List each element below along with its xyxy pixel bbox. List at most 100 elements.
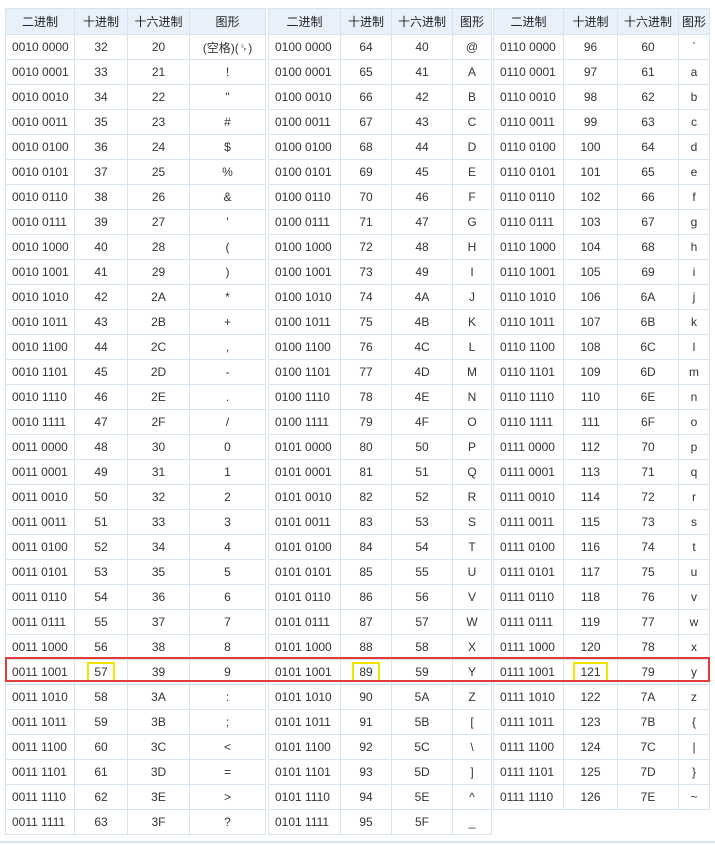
hex-cell: 6D [617,359,679,385]
hex-cell: 6A [617,284,679,310]
binary-cell: 0100 0101 [268,159,341,185]
hex-cell: 32 [127,484,190,510]
hex-cell: 4A [391,284,453,310]
glyph-cell: z [678,684,710,710]
glyph-cell: P [452,434,492,460]
glyph-cell: A [452,59,492,85]
glyph-cell: . [189,384,266,410]
glyph-cell: + [189,309,266,335]
table-row: 0100 1011 75 4B K [268,309,492,335]
table-row: 0011 1111 63 3F? [5,809,266,835]
table-row: 0010 0110 38 26 & [5,184,266,210]
binary-cell: 0101 0011 [268,509,341,535]
binary-cell: 0010 1011 [5,309,75,335]
glyph-cell: J [452,284,492,310]
hex-cell: 61 [617,59,679,85]
binary-cell: 0111 0000 [493,434,564,460]
hex-cell: 5E [391,784,453,810]
table-row: 0100 1101 77 4D M [268,359,492,385]
glyph-cell: } [678,759,710,785]
binary-cell: 0100 1000 [268,234,341,260]
binary-cell: 0111 0101 [493,559,564,585]
table-row: 0101 1111 95 5F _ [268,809,492,835]
glyph-cell: 4 [189,534,266,560]
table-row: 0111 0011 115 73 s [493,509,710,535]
binary-cell: 0101 1101 [268,759,341,785]
decimal-cell: 49 [74,459,128,485]
decimal-cell: 66 [340,84,392,110]
binary-cell: 0011 1011 [5,709,75,735]
hex-cell: 30 [127,434,190,460]
table-row: 0111 1110 126 7E ~ [493,784,710,810]
col-hex-header: 十六进制 [127,8,190,35]
binary-cell: 0101 1100 [268,734,341,760]
binary-cell: 0011 0110 [5,584,75,610]
decimal-cell: 42 [74,284,128,310]
decimal-cell: 88 [340,634,392,660]
highlighted-decimal: 121 [573,662,608,682]
table-row: 0110 0110 102 66 f [493,184,710,210]
hex-cell: 2C [127,334,190,360]
hex-cell: 3C [127,734,190,760]
hex-cell: 36 [127,584,190,610]
glyph-cell: 7 [189,609,266,635]
hex-cell: 2A [127,284,190,310]
decimal-cell: 117 [563,559,618,585]
table-row: 0011 0000 48 30 0 [5,434,266,460]
highlighted-decimal: 89 [352,662,380,682]
glyph-cell: > [189,784,266,810]
decimal-cell: 37 [74,159,128,185]
decimal-cell: 75 [340,309,392,335]
decimal-cell: 124 [563,734,618,760]
glyph-cell: h [678,234,710,260]
table-row: 0101 0111 87 57 W [268,609,492,635]
header-row: 二进制 十进制 十六进制 图形 [493,8,710,35]
decimal-cell: 45 [74,359,128,385]
binary-cell: 0100 0100 [268,134,341,160]
table-row: 0101 0110 86 56 V [268,584,492,610]
glyph-cell: ( [189,234,266,260]
glyph-cell: w [678,609,710,635]
table-row: 0100 0000 64 40 @ [268,34,492,60]
decimal-cell: 120 [563,634,618,660]
hex-cell: 5C [391,734,453,760]
binary-cell: 0111 1010 [493,684,564,710]
glyph-cell: i [678,259,710,285]
table-row: 0101 1000 88 58 X [268,634,492,660]
table-row: 0010 1100 44 2C, [5,334,266,360]
binary-cell: 0100 0010 [268,84,341,110]
hex-cell: 76 [617,584,679,610]
decimal-cell: 44 [74,334,128,360]
binary-cell: 0100 0011 [268,109,341,135]
col-binary-header: 二进制 [268,8,341,35]
decimal-cell: 46 [74,384,128,410]
table-row: 0010 1001 41 29) [5,259,266,285]
col-glyph-header: 图形 [189,8,266,35]
table-row: 0111 0000 112 70 p [493,434,710,460]
binary-cell: 0110 0111 [493,209,564,235]
glyph-cell: \ [452,734,492,760]
ascii-table-1: 二进制 十进制 十六进制 图形 0010 0000 32 20 (空格)(␠) 0010… [5,8,266,835]
hex-cell: 3B [127,709,190,735]
glyph-cell: K [452,309,492,335]
binary-cell: 0010 1101 [5,359,75,385]
hex-cell: 65 [617,159,679,185]
hex-cell: 74 [617,534,679,560]
glyph-cell: D [452,134,492,160]
decimal-cell: 51 [74,509,128,535]
hex-cell: 21 [127,59,190,85]
decimal-cell: 123 [563,709,618,735]
decimal-cell: 71 [340,209,392,235]
binary-cell: 0110 0000 [493,34,564,60]
hex-cell: 23 [127,109,190,135]
binary-cell: 0110 1110 [493,384,564,410]
binary-cell: 0111 0011 [493,509,564,535]
glyph-cell: m [678,359,710,385]
decimal-cell: 53 [74,559,128,585]
binary-cell: 0011 1110 [5,784,75,810]
hex-cell: 73 [617,509,679,535]
table-row: 0110 0001 97 61 a [493,59,710,85]
binary-cell: 0100 1110 [268,384,341,410]
table-row: 0110 0010 98 62 b [493,84,710,110]
table-row: 0100 0001 65 41 A [268,59,492,85]
